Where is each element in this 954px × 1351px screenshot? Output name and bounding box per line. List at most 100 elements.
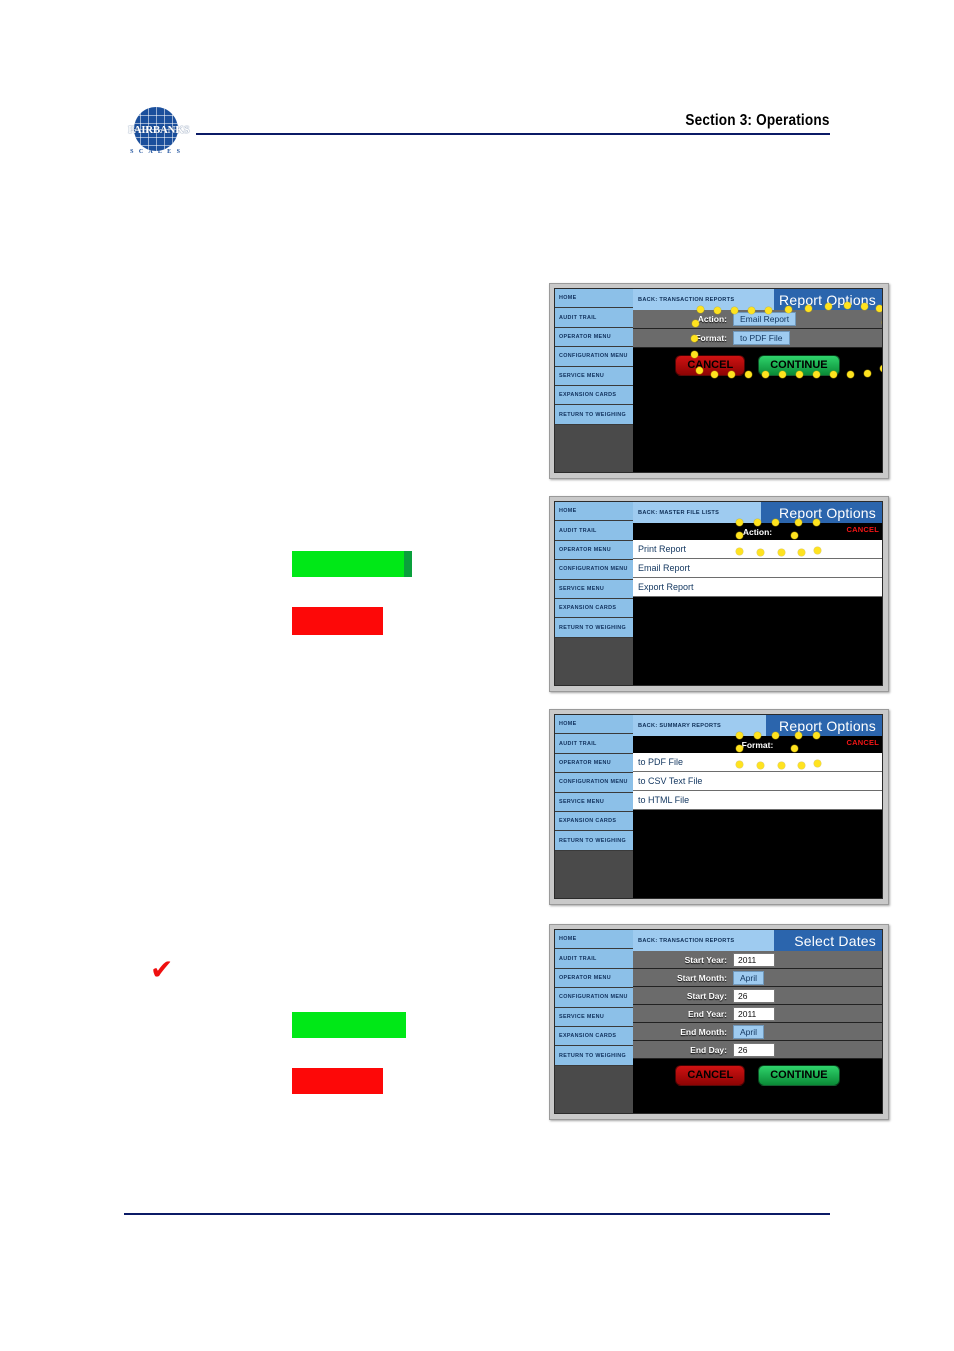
fairbanks-logo: FAIRBANKS S C A L E S (128, 106, 190, 162)
continue-button[interactable]: CONTINUE (758, 1065, 840, 1086)
page-title: Section 3: Operations (685, 112, 830, 129)
field-value-end-year[interactable]: 2011 (733, 1006, 775, 1021)
sidebar-item-return-to-weighing[interactable]: RETURN TO WEIGHING (555, 831, 633, 851)
list-header-label: Format: (741, 739, 774, 750)
device-screen: BACK: TRANSACTION REPORTS Report Options… (633, 289, 882, 472)
device-sidebar: HOME AUDIT TRAIL OPERATOR MENU CONFIGURA… (555, 502, 633, 685)
field-value-action[interactable]: Email Report (733, 312, 797, 326)
device-sidebar: HOME AUDIT TRAIL OPERATOR MENU CONFIGURA… (555, 289, 633, 472)
field-value-format[interactable]: to PDF File (733, 331, 790, 345)
sidebar-item-configuration-menu[interactable]: CONFIGURATION MENU (555, 988, 633, 1008)
list-item[interactable]: to HTML File (633, 791, 882, 810)
field-value-end-month[interactable]: April (733, 1024, 765, 1039)
sidebar-item-operator-menu[interactable]: OPERATOR MENU (555, 540, 633, 561)
annotation-dot (880, 365, 882, 372)
cancel-button[interactable]: CANCEL (847, 738, 879, 747)
sidebar-item-expansion-cards[interactable]: EXPANSION CARDS (555, 598, 633, 619)
sidebar-item-operator-menu[interactable]: OPERATOR MENU (555, 968, 633, 989)
sidebar-item-return-to-weighing[interactable]: RETURN TO WEIGHING (555, 1046, 633, 1066)
annotation-dot (785, 306, 792, 313)
sidebar-item-audit-trail[interactable]: AUDIT TRAIL (555, 734, 633, 754)
field-label-end-month: End Month: (680, 1026, 727, 1037)
sidebar-item-service-menu[interactable]: SERVICE MENU (555, 579, 633, 599)
sidebar-item-operator-menu[interactable]: OPERATOR MENU (555, 327, 633, 348)
sidebar-item-expansion-cards[interactable]: EXPANSION CARDS (555, 1026, 633, 1047)
annotation-dot (736, 732, 743, 739)
sidebar-item-service-menu[interactable]: SERVICE MENU (555, 792, 633, 812)
field-row-end-month: End Month: April (633, 1023, 882, 1041)
annotation-dot (813, 732, 820, 739)
device-sidebar: HOME AUDIT TRAIL OPERATOR MENU CONFIGURA… (555, 930, 633, 1113)
annotation-dot (691, 351, 698, 358)
field-row-start-day: Start Day: 26 (633, 987, 882, 1005)
annotation-dot (731, 307, 738, 314)
field-label-start-month: Start Month: (676, 972, 727, 983)
back-button[interactable]: BACK: SUMMARY REPORTS (633, 715, 766, 736)
field-label-end-year: End Year: (687, 1008, 727, 1019)
list-item[interactable]: to CSV Text File (633, 772, 882, 791)
sidebar-filler (555, 637, 633, 685)
annotation-dot (825, 303, 832, 310)
sidebar-item-service-menu[interactable]: SERVICE MENU (555, 1007, 633, 1027)
annotation-dot (772, 732, 779, 739)
checkmark-icon: ✔ (150, 953, 174, 986)
page-header: FAIRBANKS S C A L E S Section 3: Operati… (0, 0, 954, 170)
field-value-start-year[interactable]: 2011 (733, 952, 775, 967)
sidebar-item-audit-trail[interactable]: AUDIT TRAIL (555, 521, 633, 541)
sidebar-item-home[interactable]: HOME (555, 502, 633, 522)
sidebar-item-home[interactable]: HOME (555, 715, 633, 735)
sidebar-filler (555, 1065, 633, 1113)
sidebar-item-configuration-menu[interactable]: CONFIGURATION MENU (555, 560, 633, 580)
cancel-button[interactable]: CANCEL (847, 525, 879, 534)
field-row-start-year: Start Year: 2011 (633, 951, 882, 969)
back-button[interactable]: BACK: TRANSACTION REPORTS (633, 930, 774, 951)
field-value-start-month[interactable]: April (733, 970, 765, 985)
sidebar-item-audit-trail[interactable]: AUDIT TRAIL (555, 949, 633, 969)
field-row-action: Action: Email Report (633, 310, 882, 329)
field-row-format: Format: to PDF File (633, 329, 882, 348)
sidebar-item-service-menu[interactable]: SERVICE MENU (555, 366, 633, 386)
annotation-dot (697, 306, 704, 313)
annotation-dot (795, 519, 802, 526)
annotation-dot (745, 371, 752, 378)
sidebar-item-operator-menu[interactable]: OPERATOR MENU (555, 753, 633, 774)
sidebar-item-return-to-weighing[interactable]: RETURN TO WEIGHING (555, 618, 633, 638)
sidebar-filler (555, 850, 633, 898)
field-label-action: Action: (697, 314, 727, 324)
annotation-dot (864, 370, 871, 377)
screen-title: Report Options (779, 717, 876, 734)
device-screen: BACK: SUMMARY REPORTS Report Options For… (633, 715, 882, 898)
annotation-dot (813, 371, 820, 378)
field-value-end-day[interactable]: 26 (733, 1042, 775, 1057)
annotation-dot (736, 745, 743, 752)
logo-wordmark: FAIRBANKS (128, 124, 190, 136)
sidebar-item-configuration-menu[interactable]: CONFIGURATION MENU (555, 347, 633, 367)
list-header-label: Action: (742, 526, 773, 537)
annotation-dot (813, 519, 820, 526)
annotation-dot (711, 371, 718, 378)
sidebar-item-audit-trail[interactable]: AUDIT TRAIL (555, 308, 633, 328)
sidebar-item-expansion-cards[interactable]: EXPANSION CARDS (555, 811, 633, 832)
annotation-dot (736, 532, 743, 539)
sidebar-item-expansion-cards[interactable]: EXPANSION CARDS (555, 385, 633, 406)
field-label-start-day: Start Day: (686, 990, 727, 1001)
sidebar-item-home[interactable]: HOME (555, 289, 633, 309)
sidebar-item-home[interactable]: HOME (555, 930, 633, 950)
sidebar-item-return-to-weighing[interactable]: RETURN TO WEIGHING (555, 405, 633, 425)
annotation-dot (796, 371, 803, 378)
annotation-dot (772, 519, 779, 526)
annotation-dot (844, 302, 851, 309)
cancel-button[interactable]: CANCEL (675, 1065, 746, 1086)
annotation-dot (798, 762, 805, 769)
annotation-dot (696, 367, 703, 374)
highlight-green-upper (292, 551, 404, 577)
highlight-red-lower (292, 1068, 383, 1094)
screenshot-panel-report-options-transaction: HOME AUDIT TRAIL OPERATOR MENU CONFIGURA… (549, 283, 889, 479)
list-item[interactable]: Email Report (633, 559, 882, 578)
field-value-start-day[interactable]: 26 (733, 988, 775, 1003)
sidebar-item-configuration-menu[interactable]: CONFIGURATION MENU (555, 773, 633, 793)
annotation-dot (754, 732, 761, 739)
header-divider (196, 133, 830, 135)
annotation-dot (847, 371, 854, 378)
list-item[interactable]: Export Report (633, 578, 882, 597)
